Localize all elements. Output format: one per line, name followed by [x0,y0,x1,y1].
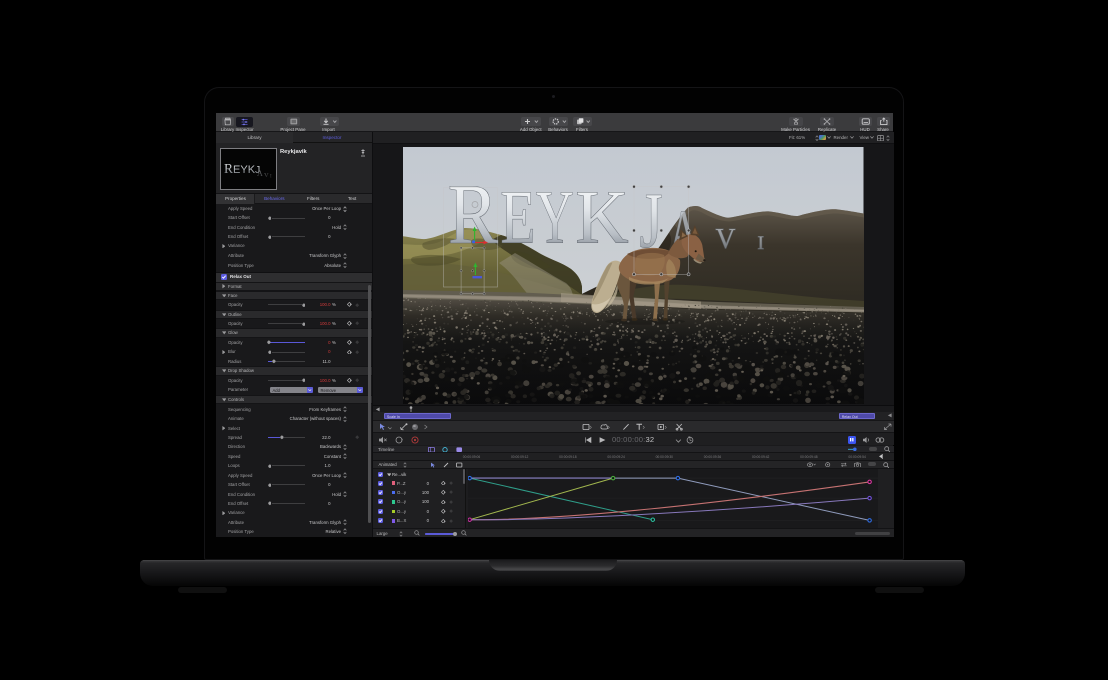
svg-text:Y: Y [536,175,574,259]
svg-text:A: A [257,169,263,178]
svg-text:K: K [576,175,629,259]
svg-text:V: V [264,172,269,179]
svg-text:I: I [758,232,765,253]
svg-text:V: V [716,223,736,254]
svg-text:REYKJ: REYKJ [224,161,260,176]
svg-text:E: E [501,175,536,259]
svg-text:I: I [270,174,272,179]
